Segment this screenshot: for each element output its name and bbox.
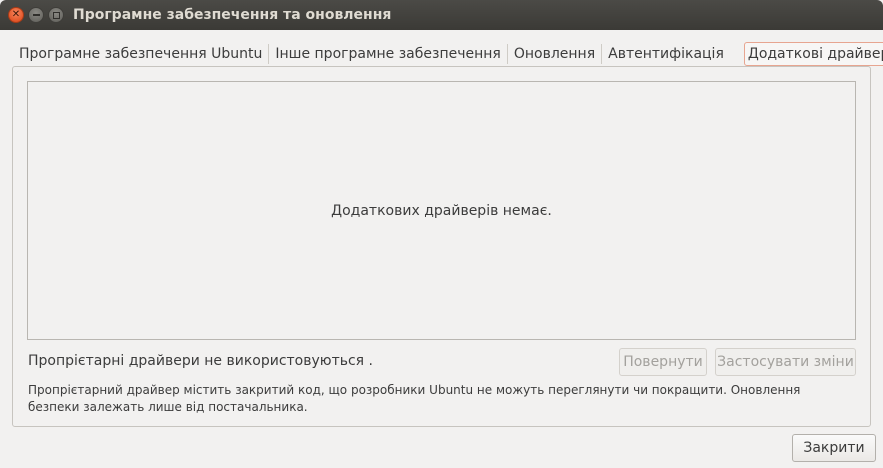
maximize-icon[interactable]: [48, 7, 64, 23]
revert-button[interactable]: Повернути: [619, 348, 707, 376]
close-icon[interactable]: ✕: [8, 7, 24, 23]
minimize-icon[interactable]: [28, 7, 44, 23]
tab-authentication[interactable]: Автентифікація: [602, 41, 730, 67]
close-button[interactable]: Закрити: [792, 434, 876, 462]
title-bar: ✕ Програмне забезпечення та оновлення: [0, 0, 883, 30]
drivers-list[interactable]: Додаткових драйверів немає.: [27, 81, 856, 340]
window-title: Програмне забезпечення та оновлення: [73, 7, 392, 23]
proprietary-status-text: Пропрієтарні драйвери не використовуютьс…: [28, 353, 373, 369]
empty-drivers-message: Додаткових драйверів немає.: [331, 202, 552, 219]
apply-changes-button[interactable]: Застосувати зміни: [715, 348, 856, 376]
tab-ubuntu-software[interactable]: Програмне забезпечення Ubuntu: [13, 41, 268, 67]
tab-other-software[interactable]: Інше програмне забезпечення: [269, 41, 506, 67]
tab-additional-drivers[interactable]: Додаткові драйвери: [743, 42, 883, 66]
tab-updates[interactable]: Оновлення: [508, 41, 601, 67]
tab-bar: Програмне забезпечення Ubuntu Інше прогр…: [13, 41, 883, 67]
proprietary-info-text: Пропрієтарний драйвер містить закритий к…: [28, 383, 801, 414]
